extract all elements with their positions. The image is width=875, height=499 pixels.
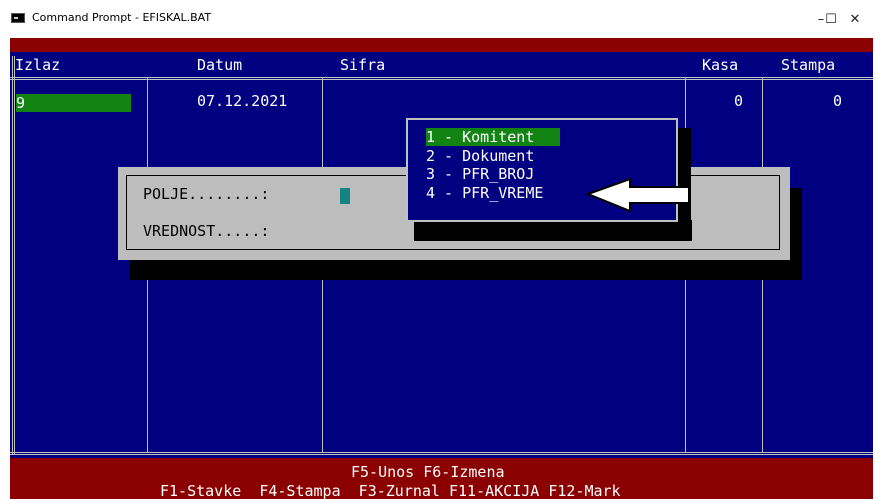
- row-stampa-cell[interactable]: 0: [833, 92, 842, 110]
- dialog-shadow: [130, 258, 802, 280]
- menu-item-pfr-broj[interactable]: 3 - PFR_BROJ: [426, 165, 534, 183]
- header-datum: Datum: [197, 56, 243, 74]
- window-title: Command Prompt - EFISKAL.BAT: [32, 11, 212, 24]
- dialog-shadow-side: [788, 188, 802, 280]
- top-bar: [10, 38, 873, 52]
- field-polje-label: POLJE........:: [143, 185, 270, 203]
- menu-item-komitent[interactable]: 1 - Komitent: [426, 128, 560, 146]
- header-sifra: Sifra: [340, 56, 386, 74]
- left-border: [12, 56, 15, 454]
- menu-item-pfr-vreme[interactable]: 4 - PFR_VREME: [426, 184, 543, 202]
- field-vrednost-label: VREDNOST.....:: [143, 222, 270, 240]
- console-icon: [11, 13, 25, 23]
- header-separator: [10, 77, 873, 80]
- row-kasa-cell[interactable]: 0: [734, 92, 743, 110]
- close-button[interactable]: ✕: [835, 9, 875, 31]
- field-polje-cursor[interactable]: [340, 188, 350, 204]
- row-datum-cell[interactable]: 07.12.2021: [197, 92, 287, 110]
- menu-item-dokument[interactable]: 2 - Dokument: [426, 147, 534, 165]
- row-izlaz-cell[interactable]: 9: [16, 94, 131, 112]
- console-area[interactable]: Izlaz Datum Sifra Kasa Stampa 9 07.12.20…: [10, 38, 873, 499]
- header-kasa: Kasa: [702, 56, 739, 74]
- header-stampa: Stampa: [781, 56, 836, 74]
- footer-line1: F5-Unos F6-Izmena: [351, 463, 505, 481]
- footer-line2: F1-Stavke F4-Stampa F3-Zurnal F11-AKCIJA…: [160, 482, 621, 499]
- menu-shadow: [414, 220, 692, 241]
- window-titlebar[interactable]: Command Prompt - EFISKAL.BAT – ☐ ✕: [0, 0, 875, 38]
- header-izlaz: Izlaz: [15, 56, 61, 74]
- left-arrow-icon: [585, 177, 690, 213]
- footer-separator: [10, 452, 873, 455]
